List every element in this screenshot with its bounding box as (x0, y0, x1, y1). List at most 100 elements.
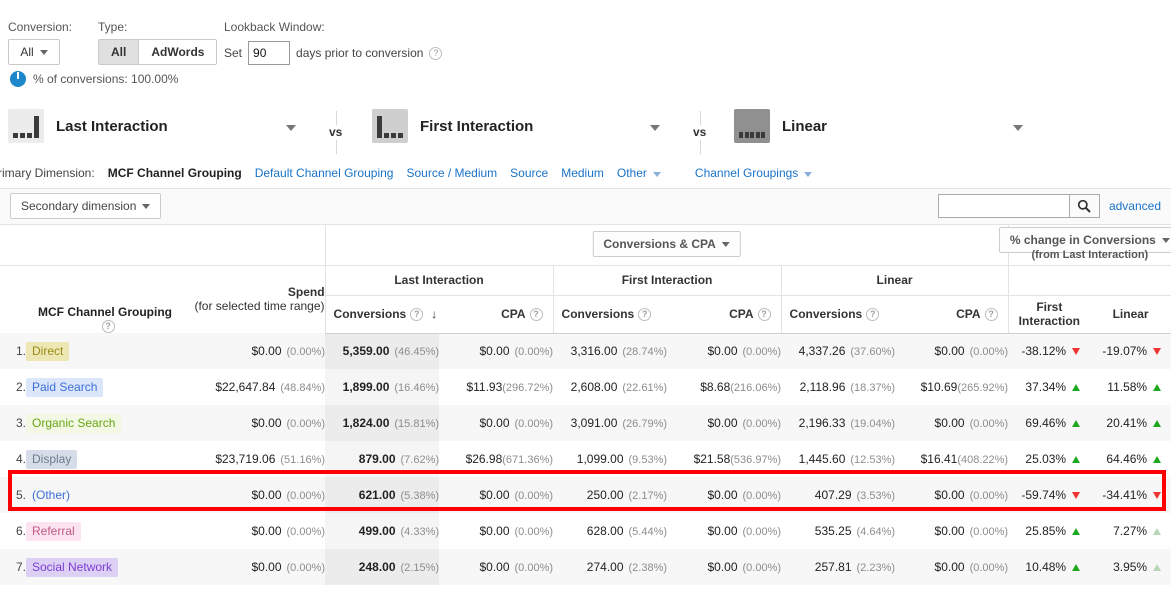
spend-cell-value: $0.00 (251, 344, 282, 358)
table-row[interactable]: 6. Referral $0.00 (0.00%) 499.00 (4.33%) $0.00… (0, 513, 1171, 549)
change-first-interaction-cell: -38.12% (1008, 333, 1090, 369)
model-2-dropdown-caret-icon[interactable] (650, 125, 660, 131)
help-icon[interactable]: ? (757, 307, 771, 321)
primary-dimension-source-medium[interactable]: Source / Medium (406, 166, 497, 180)
help-icon[interactable]: ? (638, 307, 652, 321)
fi-cpa-cell-percent: (0.00%) (742, 490, 782, 502)
advanced-link[interactable]: advanced (1109, 199, 1161, 213)
help-icon[interactable]: ? (429, 46, 443, 60)
pct-conversions-text: % of conversions: 100.00% (33, 72, 179, 86)
help-icon[interactable]: ? (410, 307, 424, 321)
channel-badge[interactable]: Display (26, 449, 78, 469)
channel-cell[interactable]: Direct (26, 333, 176, 369)
change-first-interaction-cell-value: -38.12% (1021, 344, 1067, 359)
help-icon[interactable]: ? (529, 307, 543, 321)
change-selector-cell: % change in Conversions (from Last Inter… (998, 225, 1171, 266)
primary-dimension-medium[interactable]: Medium (561, 166, 604, 180)
ln-conversions-cell: 2,118.96 (18.37%) (781, 369, 895, 405)
model-name-2: First Interaction (420, 117, 534, 135)
header-fi-conversions[interactable]: Conversions ? (552, 295, 668, 334)
spend-cell-percent: (0.00%) (286, 562, 326, 574)
fi-cpa-cell: $0.00 (0.00%) (667, 549, 781, 585)
channel-groupings-menu[interactable]: Channel Groupings (695, 166, 813, 180)
search-button[interactable] (1069, 194, 1100, 218)
channel-badge[interactable]: Organic Search (26, 413, 122, 433)
channel-badge[interactable]: Referral (26, 521, 81, 541)
fi-conversions-cell-value: 3,316.00 (570, 344, 618, 359)
ln-cpa-cell: $0.00 (0.00%) (895, 513, 1009, 549)
table-row[interactable]: 2. Paid Search $22,647.84 (48.84%) 1,899.00 (… (0, 369, 1171, 405)
channel-badge[interactable]: Social Network (26, 557, 119, 577)
table-row[interactable]: 7. Social Network $0.00 (0.00%) 248.00 (2.15%… (0, 549, 1171, 585)
channel-badge[interactable]: Direct (26, 341, 70, 361)
sort-descending-icon[interactable]: ↓ (431, 307, 437, 321)
channel-cell[interactable]: (Other) (26, 477, 176, 513)
primary-dimension-default-channel-grouping[interactable]: Default Channel Grouping (255, 166, 394, 180)
spend-cell-percent: (0.00%) (286, 526, 326, 538)
pct-change-selector-sub: (from Last Interaction) (1031, 249, 1149, 261)
ln-conversions-cell-percent: (4.64%) (856, 526, 896, 538)
fi-cpa-cell-percent: (216.06%) (730, 382, 782, 394)
model-1-dropdown-caret-icon[interactable] (286, 125, 296, 131)
channel-cell[interactable]: Paid Search (26, 369, 176, 405)
table-row[interactable]: 4. Display $23,719.06 (51.16%) 879.00 (7.62%)… (0, 441, 1171, 477)
type-option-adwords[interactable]: AdWords (139, 40, 217, 64)
chevron-down-icon (39, 49, 48, 55)
change-linear-cell-value: 64.46% (1106, 452, 1148, 466)
arrow-down-icon (1072, 491, 1081, 499)
type-option-all[interactable]: All (99, 40, 140, 64)
fi-cpa-cell-percent: (0.00%) (742, 418, 782, 430)
help-icon[interactable]: ? (101, 320, 115, 333)
selector-spacer-left (0, 225, 326, 266)
search-input[interactable] (937, 194, 1070, 218)
li-cpa-cell-value: $0.00 (479, 524, 510, 538)
change-linear-cell-value: 11.58% (1107, 380, 1148, 394)
model-selector-1[interactable]: Last Interaction (8, 109, 168, 143)
table-row[interactable]: 1. Direct $0.00 (0.00%) 5,359.00 (46.45%) $0.0… (0, 333, 1171, 369)
channel-cell[interactable]: Referral (26, 513, 176, 549)
header-ln-cpa[interactable]: CPA ? (895, 295, 1009, 334)
fi-conversions-cell: 628.00 (5.44%) (553, 513, 667, 549)
linear-icon (734, 109, 770, 143)
li-cpa-cell: $26.98(671.36%) (439, 441, 553, 477)
lookback-days-input[interactable] (248, 41, 291, 65)
header-fi-cpa[interactable]: CPA ? (667, 295, 782, 334)
channel-cell[interactable]: Organic Search (26, 405, 176, 441)
channel-cell[interactable]: Display (26, 441, 176, 477)
model-3-dropdown-caret-icon[interactable] (1013, 125, 1023, 131)
chevron-down-icon (721, 241, 730, 247)
model-selector-2[interactable]: First Interaction (372, 109, 533, 143)
li-cpa-cell-value: $0.00 (479, 416, 510, 430)
table-row[interactable]: 3. Organic Search $0.00 (0.00%) 1,824.00 (15.… (0, 405, 1171, 441)
lookback-label: Lookback Window: (224, 20, 325, 34)
li-conversions-cell: 879.00 (7.62%) (325, 441, 440, 477)
channel-badge[interactable]: (Other) (26, 486, 76, 505)
channel-badge[interactable]: Paid Search (26, 377, 104, 397)
header-change-first-interaction[interactable]: First Interaction (1007, 295, 1091, 334)
header-ln-conversions[interactable]: Conversions ? (780, 295, 896, 334)
li-cpa-cell-value: $0.00 (479, 488, 510, 502)
conversions-cpa-selector[interactable]: Conversions & CPA (592, 231, 741, 257)
conversion-select[interactable]: All (8, 39, 60, 65)
help-icon[interactable]: ? (866, 307, 880, 321)
type-toggle-group[interactable]: All AdWords (98, 39, 218, 65)
li-cpa-cell-value: $11.93 (466, 380, 503, 394)
header-li-conversions[interactable]: Conversions ? ↓ (324, 295, 440, 334)
primary-dimension-source[interactable]: Source (510, 166, 548, 180)
secondary-dimension-button[interactable]: Secondary dimension (10, 193, 162, 219)
primary-dimension-other-label: Other (616, 166, 647, 180)
primary-dimension-other[interactable]: Other (617, 166, 661, 180)
header-change-linear[interactable]: Linear (1090, 295, 1171, 334)
spend-cell-percent: (0.00%) (286, 418, 326, 430)
pct-change-selector-label: % change in Conversions (1009, 233, 1156, 247)
fi-conversions-cell-percent: (22.61%) (622, 382, 668, 394)
channel-cell[interactable]: Social Network (26, 549, 176, 585)
help-icon[interactable]: ? (984, 307, 998, 321)
change-linear-cell: 7.27% (1090, 513, 1171, 549)
ln-conversions-cell-value: 407.29 (814, 488, 852, 502)
change-linear-cell-value: 20.41% (1106, 416, 1148, 430)
model-selector-3[interactable]: Linear (734, 109, 827, 143)
arrow-up-icon (1072, 563, 1081, 571)
header-li-cpa[interactable]: CPA ? (439, 295, 554, 334)
table-row[interactable]: 5. (Other) $0.00 (0.00%) 621.00 (5.38%) $0.00 (… (0, 477, 1171, 513)
